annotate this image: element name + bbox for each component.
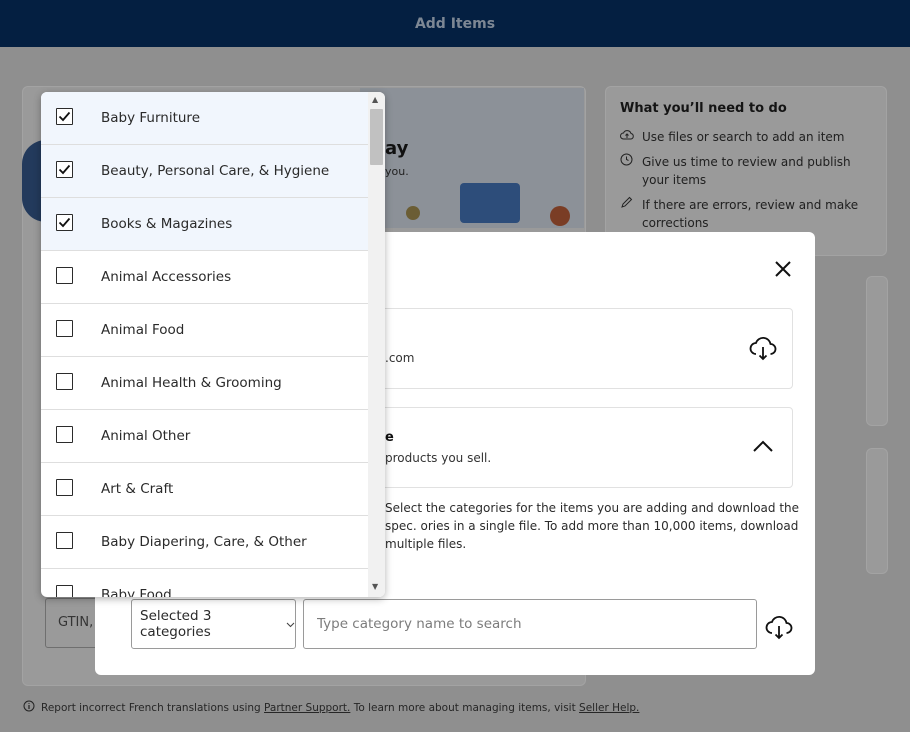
category-option[interactable]: Animal Accessories — [41, 251, 368, 304]
requirement-step: If there are errors, review and make cor… — [620, 196, 865, 232]
requirements-heading: What you’ll need to do — [620, 101, 787, 116]
background-side-card — [866, 448, 888, 574]
category-option-label: Baby Diapering, Care, & Other — [101, 534, 307, 550]
download-spec-button[interactable] — [765, 613, 793, 645]
page-title: Add Items — [414, 15, 496, 32]
footer-note: Report incorrect French translations usi… — [23, 700, 639, 715]
partner-support-link[interactable]: Partner Support. — [264, 702, 350, 714]
clock-icon — [620, 153, 634, 189]
category-option-label: Animal Food — [101, 322, 185, 338]
cloud-download-icon — [765, 615, 793, 640]
checkbox[interactable] — [56, 161, 73, 178]
category-option[interactable]: Art & Craft — [41, 463, 368, 516]
category-option[interactable]: Animal Food — [41, 304, 368, 357]
scrollbar-thumb[interactable] — [370, 109, 383, 165]
upload-option-subtitle: .com — [385, 351, 415, 365]
cloud-upload-icon — [620, 128, 634, 146]
upload-option-card[interactable] — [370, 308, 793, 389]
chevron-down-icon — [286, 616, 295, 632]
requirement-step: Give us time to review and publish your … — [620, 153, 865, 189]
close-button[interactable] — [772, 258, 794, 280]
scroll-down-arrow-icon[interactable]: ▼ — [372, 582, 378, 591]
close-icon — [775, 261, 791, 277]
checkbox[interactable] — [56, 585, 73, 597]
footer-text: Report incorrect French translations usi… — [41, 701, 265, 714]
category-option[interactable]: Beauty, Personal Care, & Hygiene — [41, 145, 368, 198]
category-search-input[interactable] — [303, 599, 757, 649]
info-icon — [23, 700, 35, 715]
category-select-label: Selected 3 categories — [140, 608, 212, 640]
gtin-label: GTIN, — [58, 615, 94, 630]
checkbox[interactable] — [56, 426, 73, 443]
chevron-up-icon[interactable] — [751, 438, 775, 458]
category-option-label: Animal Accessories — [101, 269, 232, 285]
checkmark-icon — [58, 164, 71, 175]
checkbox[interactable] — [56, 532, 73, 549]
checkbox[interactable] — [56, 214, 73, 231]
category-option-label: Animal Other — [101, 428, 191, 444]
requirement-step-text: Give us time to review and publish your … — [642, 155, 851, 187]
category-option-label: Art & Craft — [101, 481, 174, 497]
category-list: Baby Furniture Beauty, Personal Care, & H… — [41, 92, 368, 597]
checkmark-icon — [58, 111, 71, 122]
checkbox[interactable] — [56, 267, 73, 284]
category-option[interactable]: Animal Health & Grooming — [41, 357, 368, 410]
requirement-step: Use files or search to add an item — [620, 128, 865, 146]
scroll-up-arrow-icon[interactable]: ▲ — [372, 95, 378, 104]
category-select-dropdown[interactable]: Selected 3 categories — [131, 599, 296, 649]
hero-subtitle: you. — [385, 165, 409, 178]
background-side-card — [866, 276, 888, 426]
category-option[interactable]: Baby Diapering, Care, & Other — [41, 516, 368, 569]
hero-title: ay — [385, 138, 409, 159]
category-option-title: e — [385, 430, 394, 445]
scrollbar[interactable]: ▲ ▼ — [368, 92, 385, 597]
category-option-label: Baby Food — [101, 587, 172, 597]
seller-help-link[interactable]: Seller Help. — [579, 702, 639, 714]
ball-decoration — [550, 206, 570, 226]
category-option-label: Beauty, Personal Care, & Hygiene — [101, 163, 330, 179]
checkbox[interactable] — [56, 320, 73, 337]
checkbox[interactable] — [56, 108, 73, 125]
category-option-card[interactable] — [370, 407, 793, 488]
category-option[interactable]: Baby Furniture — [41, 92, 368, 145]
toy-decoration — [406, 206, 420, 220]
category-option[interactable]: Animal Other — [41, 410, 368, 463]
top-bar: Add Items — [0, 0, 910, 47]
checkmark-icon — [58, 217, 71, 228]
category-option-label: Animal Health & Grooming — [101, 375, 282, 391]
requirement-step-text: Use files or search to add an item — [642, 130, 845, 144]
box-decoration — [460, 183, 520, 223]
category-description: Select the categories for the items you … — [385, 501, 800, 551]
pencil-icon — [620, 196, 634, 232]
checkbox[interactable] — [56, 479, 73, 496]
category-dropdown-list: Baby Furniture Beauty, Personal Care, & H… — [41, 92, 385, 597]
category-option[interactable]: Books & Magazines — [41, 198, 368, 251]
cloud-download-icon[interactable] — [749, 334, 777, 366]
category-option-label: Baby Furniture — [101, 110, 200, 126]
category-option-subtitle: products you sell. — [385, 451, 492, 465]
category-option-label: Books & Magazines — [101, 216, 233, 232]
requirement-step-text: If there are errors, review and make cor… — [642, 198, 859, 230]
checkbox[interactable] — [56, 373, 73, 390]
footer-text: To learn more about managing items, visi… — [350, 701, 580, 714]
category-option[interactable]: Baby Food — [41, 569, 368, 597]
